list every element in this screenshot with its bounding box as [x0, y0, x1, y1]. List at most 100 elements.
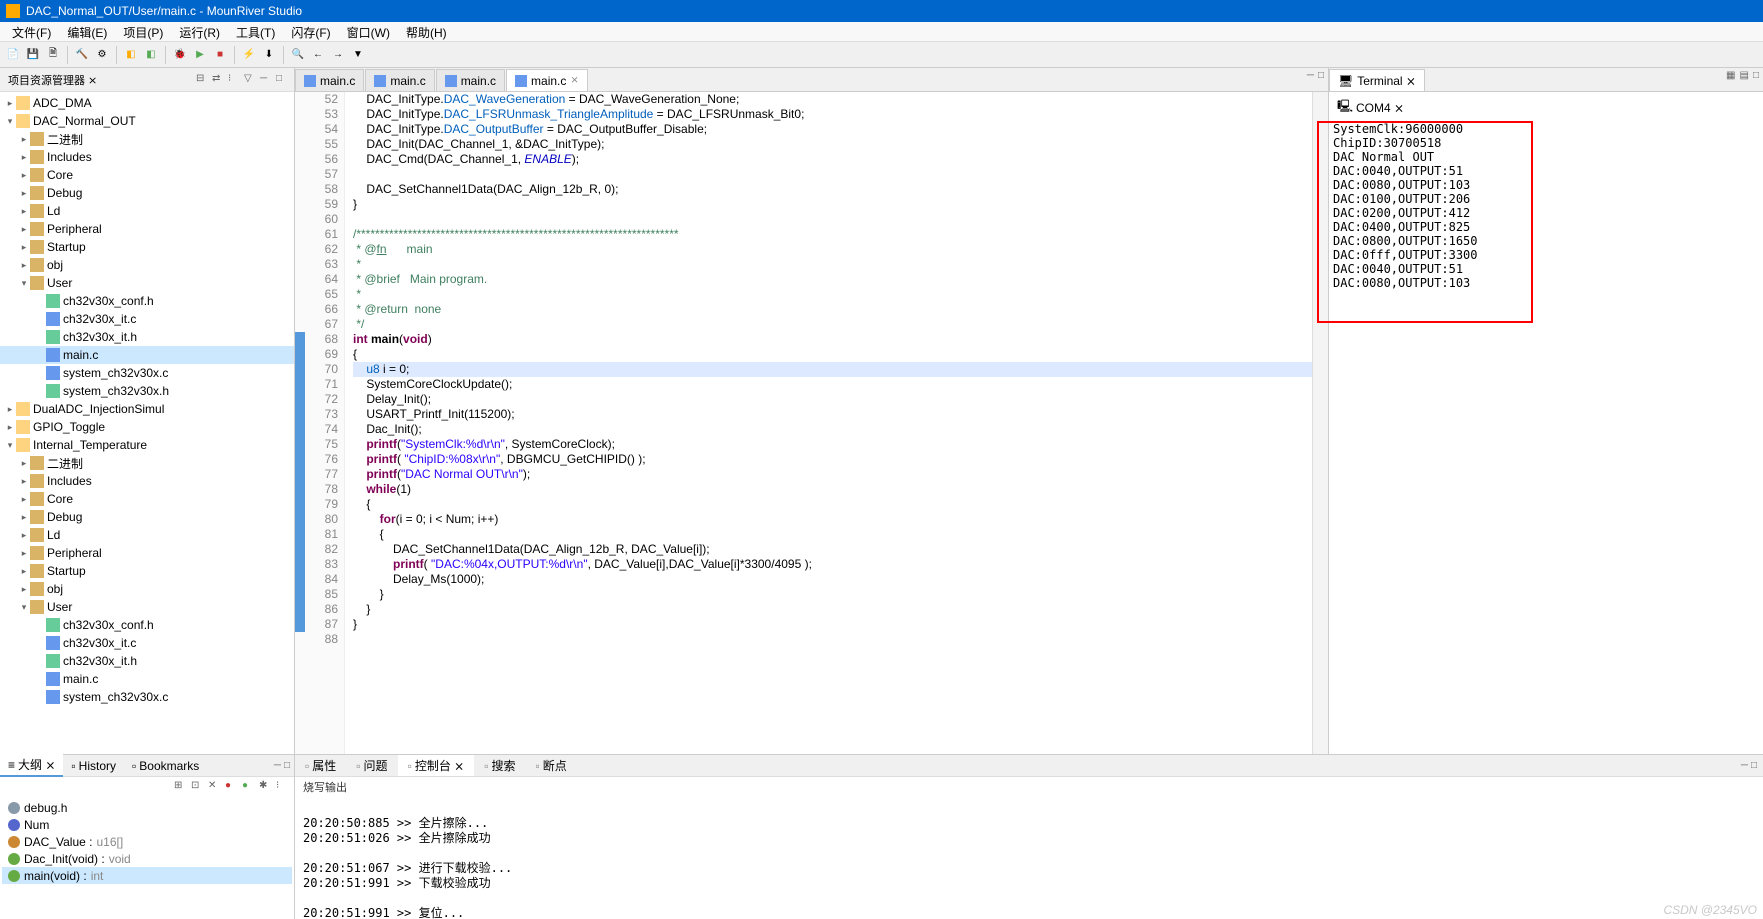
editor-tab-1[interactable]: main.c: [365, 69, 434, 91]
tab-terminal[interactable]: 🖥 Terminal ⨯: [1329, 69, 1425, 91]
menu-帮助H[interactable]: 帮助(H): [398, 22, 455, 41]
tree-item-main.c[interactable]: main.c: [0, 670, 294, 688]
expand-icon[interactable]: ▸: [18, 566, 30, 577]
tree-item-User[interactable]: ▾User: [0, 598, 294, 616]
outline-tab-1[interactable]: ▫History: [63, 757, 124, 775]
outline-tab-0[interactable]: ≡大纲 ⨯: [0, 754, 63, 777]
tree-item-ch32v30x_it.c[interactable]: ch32v30x_it.c: [0, 310, 294, 328]
tree-item-Debug[interactable]: ▸Debug: [0, 184, 294, 202]
hide-icon[interactable]: ✕: [208, 780, 222, 794]
outline-item-DAC_Value :[interactable]: DAC_Value : u16[]: [2, 833, 292, 850]
close-icon[interactable]: ⨯: [570, 75, 578, 86]
sort-icon[interactable]: ⊞: [174, 780, 188, 794]
console-tab-2[interactable]: ▫控制台 ⨯: [398, 755, 475, 776]
tree-item-Includes[interactable]: ▸Includes: [0, 472, 294, 490]
terminal-output[interactable]: SystemClk:96000000 ChipID:30700518 DAC N…: [1331, 119, 1761, 293]
menu-文件F[interactable]: 文件(F): [4, 22, 59, 41]
tree-item-obj[interactable]: ▸obj: [0, 256, 294, 274]
menu-工具T[interactable]: 工具(T): [228, 22, 283, 41]
chip-icon[interactable]: ◧: [122, 46, 140, 64]
tree-item-二进制[interactable]: ▸二进制: [0, 454, 294, 472]
outline-item-Dac_Init(void) :[interactable]: Dac_Init(void) : void: [2, 850, 292, 867]
expand-icon[interactable]: ▸: [18, 548, 30, 559]
save-all-icon[interactable]: 🗎: [44, 46, 62, 64]
forward-icon[interactable]: →: [329, 46, 347, 64]
new-terminal-icon[interactable]: ▦: [1726, 70, 1735, 81]
focus-icon[interactable]: ⊡: [191, 780, 205, 794]
expand-icon[interactable]: ▸: [4, 422, 16, 433]
expand-icon[interactable]: ▸: [4, 98, 16, 109]
expand-icon[interactable]: ▾: [4, 440, 16, 451]
expand-icon[interactable]: ▾: [18, 278, 30, 289]
maximize-icon[interactable]: □: [284, 760, 290, 771]
menu-闪存F[interactable]: 闪存(F): [283, 22, 338, 41]
menu-icon[interactable]: ⁝: [276, 780, 290, 794]
console-tab-4[interactable]: ▫断点: [526, 755, 577, 776]
expand-icon[interactable]: ▸: [18, 152, 30, 163]
expand-icon[interactable]: ▸: [18, 512, 30, 523]
console-output[interactable]: 20:20:50:885 >> 全片擦除... 20:20:51:026 >> …: [295, 797, 1763, 919]
minimize-icon[interactable]: ─: [1741, 760, 1748, 771]
download-icon[interactable]: ⬇: [260, 46, 278, 64]
tree-item-Peripheral[interactable]: ▸Peripheral: [0, 544, 294, 562]
expand-icon[interactable]: ▾: [18, 602, 30, 613]
tree-item-User[interactable]: ▾User: [0, 274, 294, 292]
maximize-icon[interactable]: □: [1751, 760, 1757, 771]
chip2-icon[interactable]: ◧: [142, 46, 160, 64]
expand-icon[interactable]: ▸: [18, 224, 30, 235]
outline-list[interactable]: debug.hNumDAC_Value : u16[]Dac_Init(void…: [0, 797, 294, 919]
expand-icon[interactable]: ▸: [18, 530, 30, 541]
tree-item-ch32v30x_conf.h[interactable]: ch32v30x_conf.h: [0, 292, 294, 310]
filter1-icon[interactable]: ●: [225, 780, 239, 794]
dropdown-icon[interactable]: ▼: [349, 46, 367, 64]
tree-item-二进制[interactable]: ▸二进制: [0, 130, 294, 148]
tree-item-DualADC_InjectionSimul[interactable]: ▸DualADC_InjectionSimul: [0, 400, 294, 418]
terminal-settings-icon[interactable]: ▤: [1740, 70, 1749, 81]
search-icon[interactable]: 🔍: [289, 46, 307, 64]
tree-item-Startup[interactable]: ▸Startup: [0, 562, 294, 580]
expand-icon[interactable]: ▸: [18, 584, 30, 595]
tree-item-Core[interactable]: ▸Core: [0, 166, 294, 184]
editor-tab-2[interactable]: main.c: [436, 69, 505, 91]
flash-icon[interactable]: ⚡: [240, 46, 258, 64]
console-tab-3[interactable]: ▫搜索: [474, 755, 525, 776]
filter2-icon[interactable]: ●: [242, 780, 256, 794]
save-icon[interactable]: 💾: [24, 46, 42, 64]
tree-item-main.c[interactable]: main.c: [0, 346, 294, 364]
static-icon[interactable]: ✱: [259, 780, 273, 794]
debug-icon[interactable]: 🐞: [171, 46, 189, 64]
tree-item-Includes[interactable]: ▸Includes: [0, 148, 294, 166]
tree-item-system_ch32v30x.h[interactable]: system_ch32v30x.h: [0, 382, 294, 400]
tree-item-Internal_Temperature[interactable]: ▾Internal_Temperature: [0, 436, 294, 454]
menu-运行R[interactable]: 运行(R): [171, 22, 228, 41]
new-icon[interactable]: 📄: [4, 46, 22, 64]
minimize-icon[interactable]: ─: [274, 760, 281, 771]
tree-item-ch32v30x_it.h[interactable]: ch32v30x_it.h: [0, 652, 294, 670]
minimize-icon[interactable]: ─: [260, 73, 274, 87]
collapse-all-icon[interactable]: ⊟: [196, 73, 210, 87]
terminal-close-icon[interactable]: □: [1753, 70, 1759, 81]
tree-item-Startup[interactable]: ▸Startup: [0, 238, 294, 256]
menu-编辑E[interactable]: 编辑(E): [59, 22, 115, 41]
maximize-icon[interactable]: □: [1318, 70, 1324, 81]
maximize-icon[interactable]: □: [276, 73, 290, 87]
expand-icon[interactable]: ▸: [18, 476, 30, 487]
expand-icon[interactable]: ▸: [18, 458, 30, 469]
tree-item-DAC_Normal_OUT[interactable]: ▾DAC_Normal_OUT: [0, 112, 294, 130]
tree-item-Ld[interactable]: ▸Ld: [0, 202, 294, 220]
terminal-port-tab[interactable]: 🖳 COM4 ⨯: [1331, 96, 1410, 119]
build-icon[interactable]: 🔨: [73, 46, 91, 64]
back-icon[interactable]: ←: [309, 46, 327, 64]
editor-tab-3[interactable]: main.c⨯: [506, 69, 588, 91]
stop-icon[interactable]: ■: [211, 46, 229, 64]
expand-icon[interactable]: ▸: [18, 206, 30, 217]
tree-item-Debug[interactable]: ▸Debug: [0, 508, 294, 526]
minimize-icon[interactable]: ─: [1307, 70, 1314, 81]
menu-窗口W[interactable]: 窗口(W): [339, 22, 398, 41]
filter-icon[interactable]: ⁝: [228, 73, 242, 87]
tree-item-ch32v30x_it.c[interactable]: ch32v30x_it.c: [0, 634, 294, 652]
tree-item-Peripheral[interactable]: ▸Peripheral: [0, 220, 294, 238]
expand-icon[interactable]: ▸: [4, 404, 16, 415]
tree-item-Ld[interactable]: ▸Ld: [0, 526, 294, 544]
expand-icon[interactable]: ▸: [18, 242, 30, 253]
